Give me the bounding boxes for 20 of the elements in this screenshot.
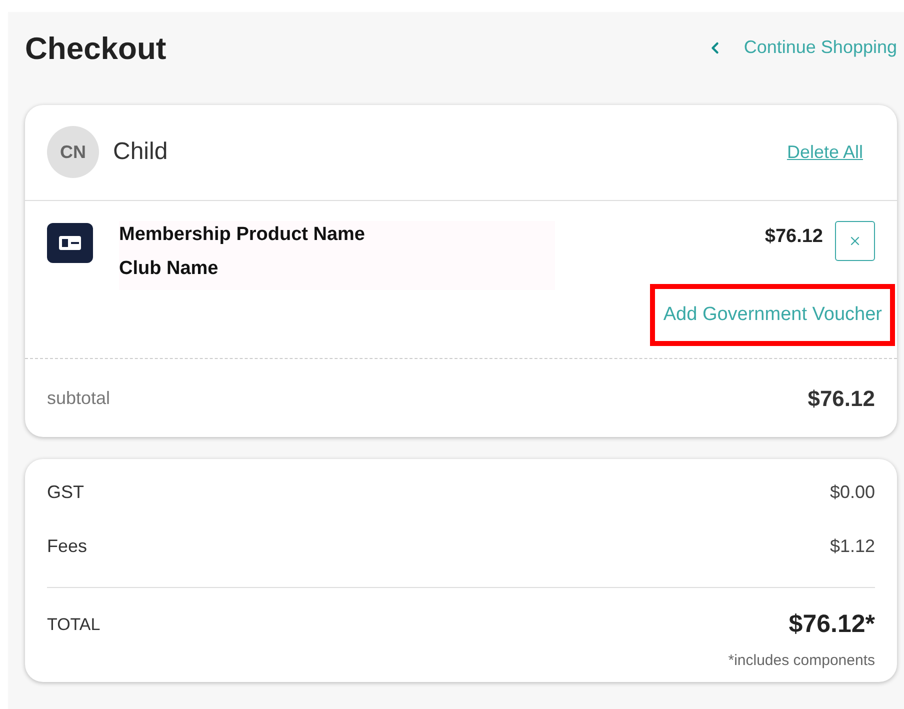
subtotal-value: $76.12: [808, 384, 875, 412]
total-value: $76.12*: [788, 609, 875, 640]
continue-shopping-link[interactable]: Continue Shopping: [706, 34, 897, 61]
page-title: Checkout: [25, 30, 166, 68]
remove-button[interactable]: [835, 220, 875, 260]
item-price: $76.12: [764, 224, 823, 248]
member-name: Child: [113, 137, 168, 167]
delete-all-link[interactable]: Delete All: [786, 138, 863, 166]
product-name: Membership Product Name: [119, 222, 365, 246]
add-voucher-link[interactable]: Add Government Voucher: [663, 304, 882, 324]
total-note: *includes components: [728, 650, 875, 670]
summary-value: $1.12: [830, 535, 875, 558]
subtotal-label: subtotal: [47, 386, 110, 410]
id-card-icon: [47, 222, 93, 262]
avatar: CN: [47, 126, 99, 178]
summary-label: Fees: [47, 535, 88, 558]
club-name: Club Name: [119, 257, 220, 281]
total-label: TOTAL: [47, 614, 100, 636]
summary-value: $0.00: [830, 481, 875, 504]
summary-label: GST: [47, 481, 84, 504]
